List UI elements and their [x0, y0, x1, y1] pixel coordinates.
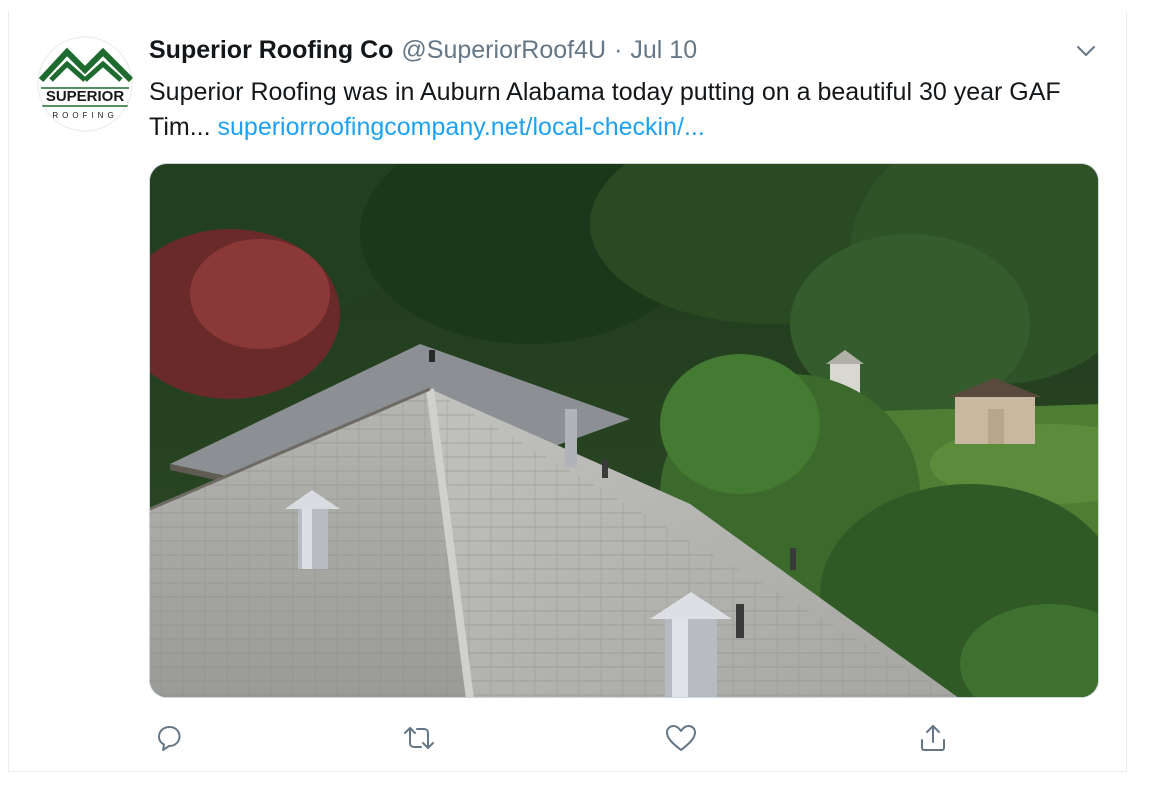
roof-photo-image [150, 164, 1098, 697]
heart-icon [666, 725, 696, 751]
logo-text-top: SUPERIOR [46, 88, 125, 105]
reply-icon [158, 726, 181, 751]
header-separator: · [614, 36, 623, 64]
avatar[interactable]: SUPERIOR ROOFING [37, 36, 133, 132]
retweet-button[interactable] [399, 718, 439, 758]
tweet-photo[interactable] [149, 163, 1099, 698]
tweet-text: Superior Roofing was in Auburn Alabama t… [149, 75, 1094, 145]
superior-roofing-logo: SUPERIOR ROOFING [37, 36, 133, 132]
share-button[interactable] [913, 718, 953, 758]
tweet-link[interactable]: superiorroofingcompany.net/local-checkin… [218, 113, 705, 141]
chevron-down-icon[interactable] [1073, 38, 1099, 64]
share-icon [921, 725, 945, 751]
author-name[interactable]: Superior Roofing Co [149, 36, 393, 65]
tweet-card[interactable]: SUPERIOR ROOFING Superior Roofing Co @Su… [8, 12, 1127, 772]
like-button[interactable] [661, 718, 701, 758]
tweet-header: Superior Roofing Co @SuperiorRoof4U · Ju… [149, 36, 697, 72]
tweet-actions [149, 718, 1099, 758]
logo-text-bottom: ROOFING [52, 111, 117, 120]
reply-button[interactable] [149, 718, 189, 758]
author-handle[interactable]: @SuperiorRoof4U [401, 36, 606, 65]
retweet-icon [404, 727, 434, 749]
tweet-date[interactable]: Jul 10 [630, 36, 697, 65]
